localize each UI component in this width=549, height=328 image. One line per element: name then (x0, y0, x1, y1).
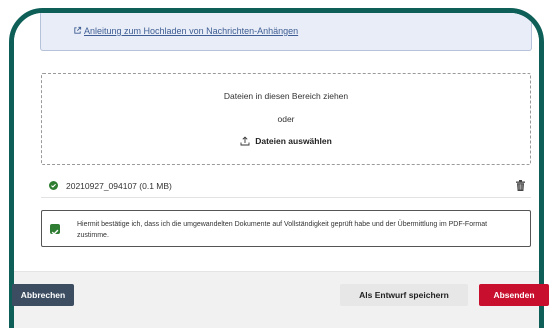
confirmation-text: Hiermit bestätige ich, dass ich die umge… (77, 221, 488, 239)
dropzone-drag-text: Dateien in diesen Bereich ziehen (223, 91, 349, 101)
dialog-body: Anleitung zum Hochladen von Nachrichten-… (14, 13, 539, 271)
upload-dialog: Anleitung zum Hochladen von Nachrichten-… (9, 8, 544, 328)
cancel-button[interactable]: Abbrechen (12, 284, 74, 306)
external-link-icon (74, 26, 82, 34)
check-circle-icon (49, 181, 58, 190)
trash-icon[interactable] (516, 180, 525, 191)
save-draft-button[interactable]: Als Entwurf speichern (340, 284, 468, 306)
select-files-label: Dateien auswählen (255, 136, 332, 146)
submit-button[interactable]: Absenden (479, 284, 549, 306)
upload-guide-link-label: Anleitung zum Hochladen von Nachrichten-… (84, 26, 299, 36)
upload-icon (240, 136, 250, 146)
upload-guide-box: Anleitung zum Hochladen von Nachrichten-… (40, 13, 532, 51)
uploaded-file-row: 20210927_094107 (0.1 MB) (41, 174, 531, 198)
file-dropzone[interactable]: Dateien in diesen Bereich ziehen oder Da… (41, 73, 531, 165)
checkmark-icon (51, 229, 59, 235)
dropzone-or-text: oder (277, 114, 295, 124)
upload-guide-link[interactable]: Anleitung zum Hochladen von Nachrichten-… (73, 26, 298, 36)
file-name: 20210927_094107 (0.1 MB) (66, 181, 172, 191)
select-files-button[interactable]: Dateien auswählen (42, 136, 530, 146)
confirmation-box: Hiermit bestätige ich, dass ich die umge… (41, 210, 531, 247)
confirmation-checkbox[interactable] (50, 224, 60, 235)
